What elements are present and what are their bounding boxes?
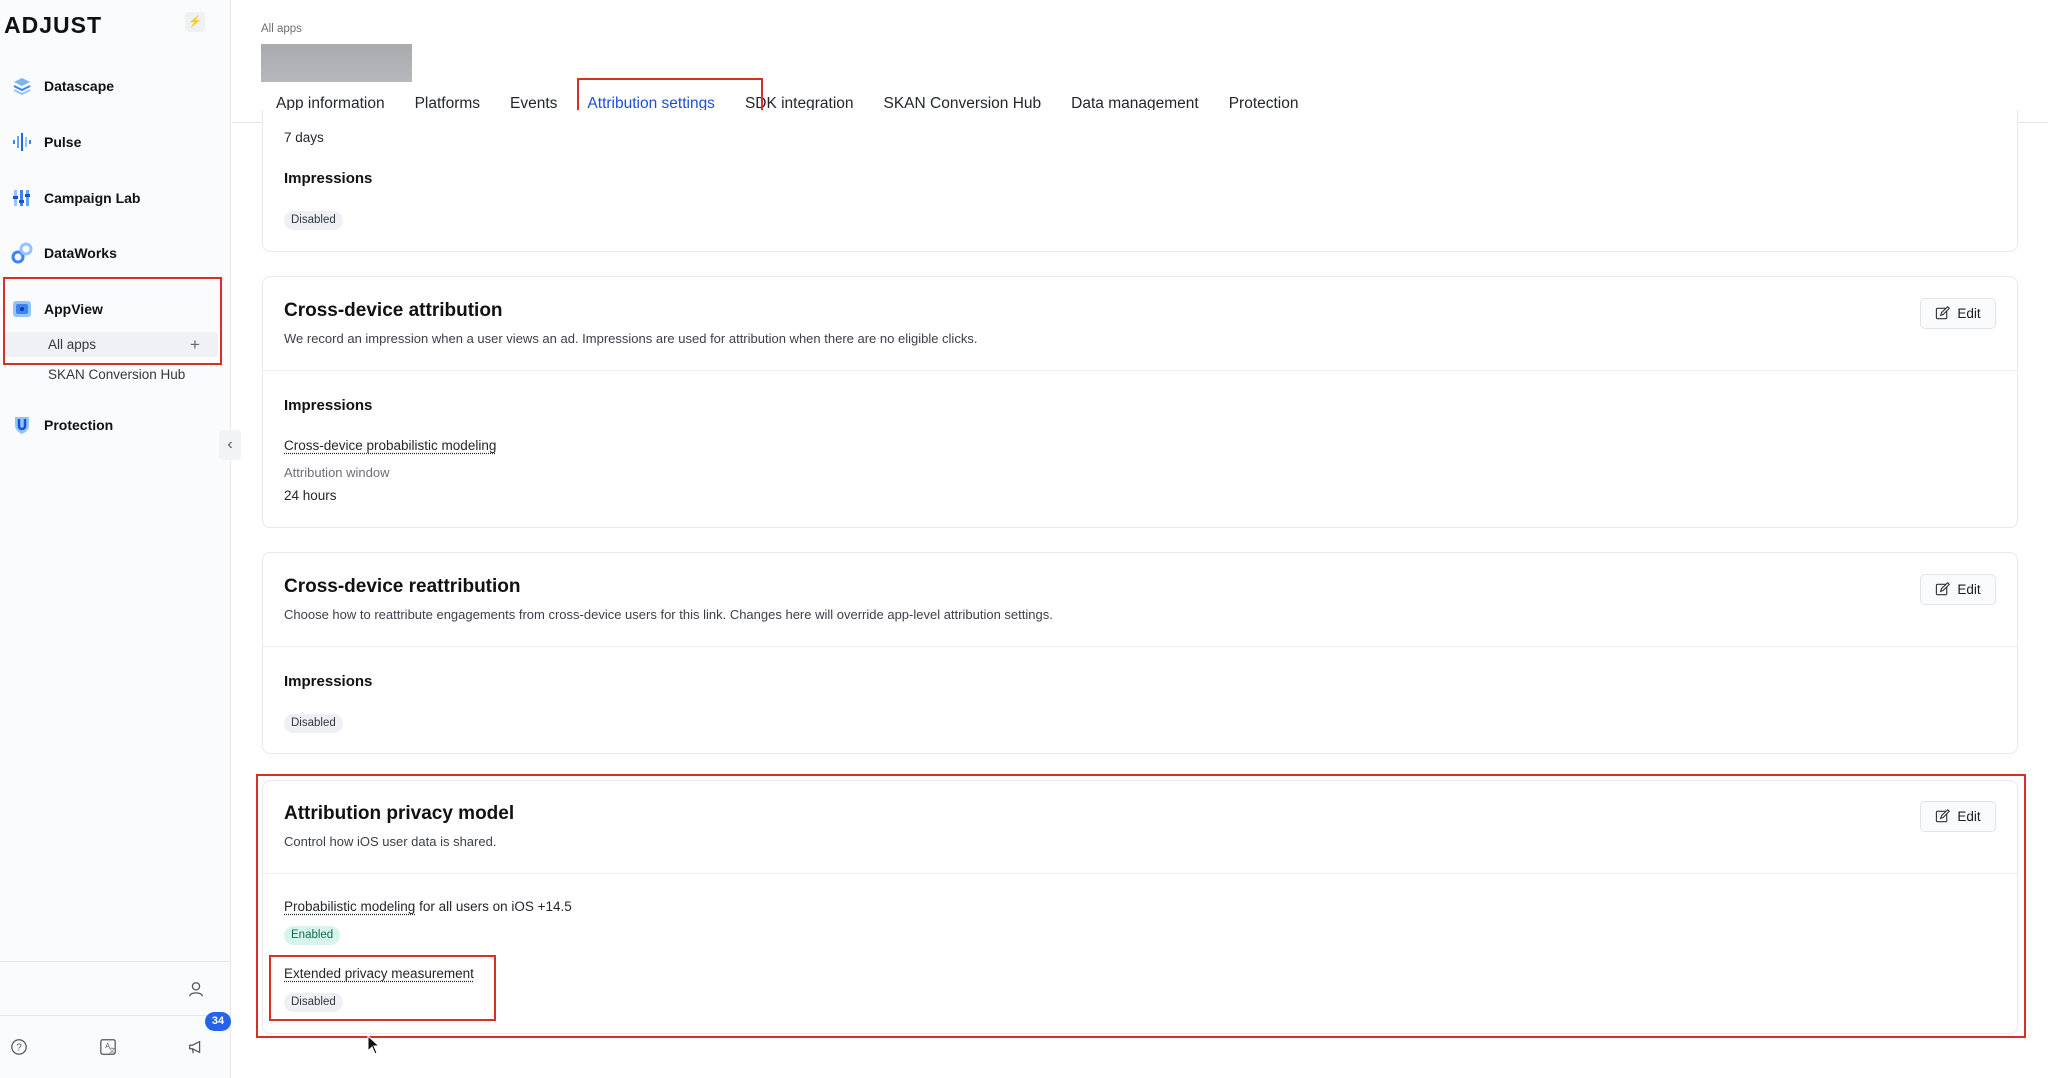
sidebar-item-label: DataWorks bbox=[44, 245, 117, 261]
help-icon[interactable]: ? bbox=[8, 1036, 30, 1058]
edit-pencil-icon bbox=[1936, 582, 1951, 596]
sidebar-item-label: Campaign Lab bbox=[44, 190, 141, 206]
svg-text:?: ? bbox=[16, 1043, 22, 1054]
status-badge: Disabled bbox=[284, 211, 343, 230]
edit-button[interactable]: Edit bbox=[1920, 298, 1996, 329]
card-title: Cross-device attribution bbox=[284, 300, 503, 321]
sidebar-item-protection[interactable]: Protection bbox=[10, 410, 113, 440]
translate-icon[interactable]: A文 bbox=[97, 1036, 119, 1058]
adjust-logo[interactable]: ADJUST bbox=[4, 12, 102, 39]
card-description: Choose how to reattribute engagements fr… bbox=[284, 607, 1053, 622]
sidebar-item-label: Protection bbox=[44, 417, 114, 433]
card-description: We record an impression when a user view… bbox=[284, 331, 978, 346]
edit-label: Edit bbox=[1957, 582, 1981, 597]
sidebar-item-dataworks[interactable]: DataWorks bbox=[10, 238, 117, 268]
sidebar-item-campaign-lab[interactable]: Campaign Lab bbox=[10, 183, 140, 213]
partial-card: 7 days Impressions Disabled bbox=[262, 110, 2018, 252]
collapse-sidebar-button[interactable]: ‹ bbox=[219, 430, 241, 460]
campaign-lab-icon bbox=[10, 186, 34, 210]
protection-icon bbox=[10, 413, 34, 437]
card-divider bbox=[263, 646, 2017, 647]
privacy-model-highlight-box bbox=[256, 774, 2026, 1038]
sidebar-divider bbox=[0, 1015, 230, 1016]
attribution-window-value: 24 hours bbox=[284, 488, 337, 503]
edit-button[interactable]: Edit bbox=[1920, 574, 1996, 605]
sidebar-subitem-skan-conversion-hub[interactable]: SKAN Conversion Hub bbox=[48, 367, 185, 382]
sidebar-item-label: Datascape bbox=[44, 78, 115, 94]
pulse-icon bbox=[10, 130, 34, 154]
edit-label: Edit bbox=[1957, 306, 1981, 321]
breadcrumb[interactable]: All apps bbox=[261, 23, 302, 35]
cross-device-reattribution-card: Cross-device reattribution Choose how to… bbox=[262, 552, 2018, 754]
attribution-window-label: Attribution window bbox=[284, 465, 390, 480]
bolt-icon[interactable]: ⚡ bbox=[185, 12, 205, 32]
svg-text:文: 文 bbox=[109, 1045, 116, 1054]
cross-device-attribution-card: Cross-device attribution We record an im… bbox=[262, 276, 2018, 528]
appview-highlight-box bbox=[3, 277, 222, 365]
section-title: Impressions bbox=[284, 170, 373, 187]
window-value: 7 days bbox=[284, 130, 324, 145]
edit-pencil-icon bbox=[1936, 306, 1951, 320]
sidebar-item-label: Pulse bbox=[44, 134, 82, 150]
user-icon[interactable] bbox=[185, 978, 207, 1000]
sidebar: ADJUST ⚡ Datascape Pulse Campaign Lab Da… bbox=[0, 0, 241, 1078]
announcements-megaphone-icon[interactable] bbox=[185, 1036, 207, 1058]
sidebar-item-datascape[interactable]: Datascape bbox=[10, 71, 114, 101]
cross-device-probabilistic-modeling-link[interactable]: Cross-device probabilistic modeling bbox=[284, 438, 496, 453]
mouse-cursor-icon bbox=[367, 1035, 381, 1055]
app-name-redacted bbox=[261, 44, 412, 82]
dataworks-icon bbox=[10, 241, 34, 265]
notification-badge: 34 bbox=[205, 1012, 231, 1031]
card-title: Cross-device reattribution bbox=[284, 576, 521, 597]
card-divider bbox=[263, 370, 2017, 371]
datascape-icon bbox=[10, 74, 34, 98]
sidebar-divider bbox=[0, 961, 230, 962]
extended-privacy-highlight-box bbox=[269, 955, 496, 1021]
status-badge: Disabled bbox=[284, 714, 343, 733]
section-title: Impressions bbox=[284, 673, 373, 690]
sidebar-item-pulse[interactable]: Pulse bbox=[10, 127, 81, 157]
section-title: Impressions bbox=[284, 397, 373, 414]
